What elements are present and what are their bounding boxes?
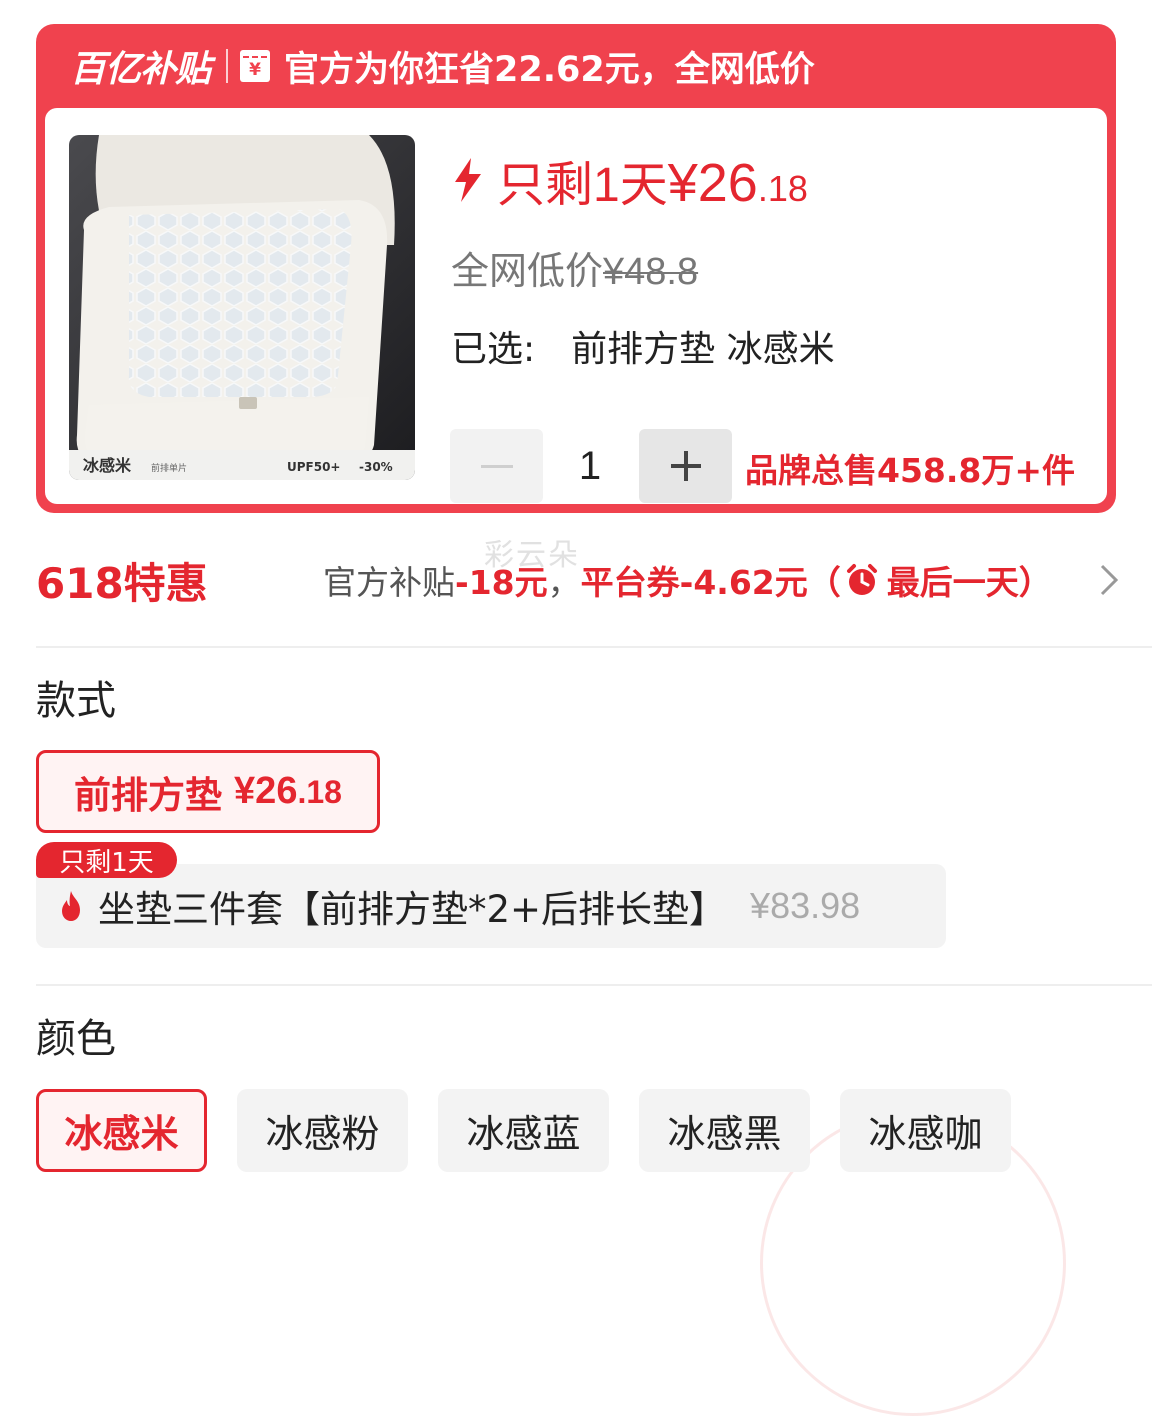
style-option-name: 坐垫三件套【前排方垫*2+后排长垫】 [98,888,727,931]
last-day-text: 最后一天） [886,563,1052,602]
price-decimal: .18 [757,168,808,209]
time-remaining-text: 只剩1天 [497,159,668,212]
style-section-title: 款式 [36,678,116,724]
official-subsidy-value: -18元 [455,563,548,602]
promo-title: 618特惠 [36,558,208,608]
deal-price: 只剩1天 ¥26 .18 [451,145,808,215]
color-section-title: 颜色 [36,1016,116,1062]
subsidy-brand-logo: 百亿补贴 [70,49,211,90]
chevron-right-icon[interactable] [1098,562,1120,598]
style-option-three-piece-set[interactable]: 坐垫三件套【前排方垫*2+后排长垫】 ¥83.98 [36,864,946,948]
selected-value: 前排方垫 冰感米 [571,329,835,370]
fire-icon [62,891,80,921]
section-divider [36,646,1152,648]
style-option-price: ¥26.18 [234,770,342,812]
style-option-front-pad[interactable]: 前排方垫 ¥26.18 [36,750,380,833]
quantity-increase-button[interactable] [639,429,732,503]
promo-row[interactable]: 618特惠 官方补贴 -18元 ， 平台券-4.62元（ 最后一天） [36,547,1120,613]
platform-coupon-text: 平台券-4.62元（ [580,563,841,602]
price-main: ¥26 [667,153,758,213]
section-divider [36,984,1152,986]
svg-text:冰感米: 冰感米 [83,456,132,475]
style-option-name: 前排方垫 [74,773,223,817]
official-subsidy-label: 官方补贴 [323,563,455,602]
flash-icon [455,158,481,202]
color-option-ice-blue[interactable]: 冰感蓝 [438,1089,609,1172]
compare-price: 全网低价¥48.8 [451,240,698,295]
color-option-ice-coffee[interactable]: 冰感咖 [840,1089,1011,1172]
color-option-ice-beige[interactable]: 冰感米 [36,1089,207,1172]
ticket-icon: ¥ [240,50,271,82]
svg-text:前排单片: 前排单片 [151,462,187,474]
svg-text:UPF50+: UPF50+ [287,460,341,474]
subsidy-savings-text: 官方为你狂省22.62元，全网低价 [284,49,815,90]
subsidy-banner: 百亿补贴 ¥ 官方为你狂省22.62元，全网低价 [36,24,1116,108]
svg-text:-30%: -30% [359,460,393,474]
promo-detail: 官方补贴 -18元 ， 平台券-4.62元（ 最后一天） [323,556,1052,604]
subsidy-card: 百亿补贴 ¥ 官方为你狂省22.62元，全网低价 冰感米 前排单片 UPF50+… [36,24,1116,513]
compare-label: 全网低价 [451,251,604,293]
selected-label: 已选: [451,329,536,370]
color-option-ice-black[interactable]: 冰感黑 [639,1089,810,1172]
style-option-price: ¥83.98 [750,885,861,926]
promo-separator: ， [547,563,581,602]
quantity-decrease-button[interactable] [450,429,543,503]
product-summary: 冰感米 前排单片 UPF50+ -30% 只剩1天 ¥26 .18 全网低价¥4… [45,108,1107,504]
quantity-value[interactable]: 1 [543,429,637,503]
countdown-badge: 只剩1天 [36,842,177,878]
minus-icon [480,464,513,468]
alarm-icon [846,564,877,595]
brand-sales-text: 品牌总售458.8万+件 [745,451,1076,490]
product-image[interactable]: 冰感米 前排单片 UPF50+ -30% [69,135,415,480]
selected-spec[interactable]: 已选: 前排方垫 冰感米 [451,320,835,372]
color-option-ice-pink[interactable]: 冰感粉 [237,1089,408,1172]
banner-divider [226,49,229,83]
compare-value: ¥48.8 [603,251,699,293]
